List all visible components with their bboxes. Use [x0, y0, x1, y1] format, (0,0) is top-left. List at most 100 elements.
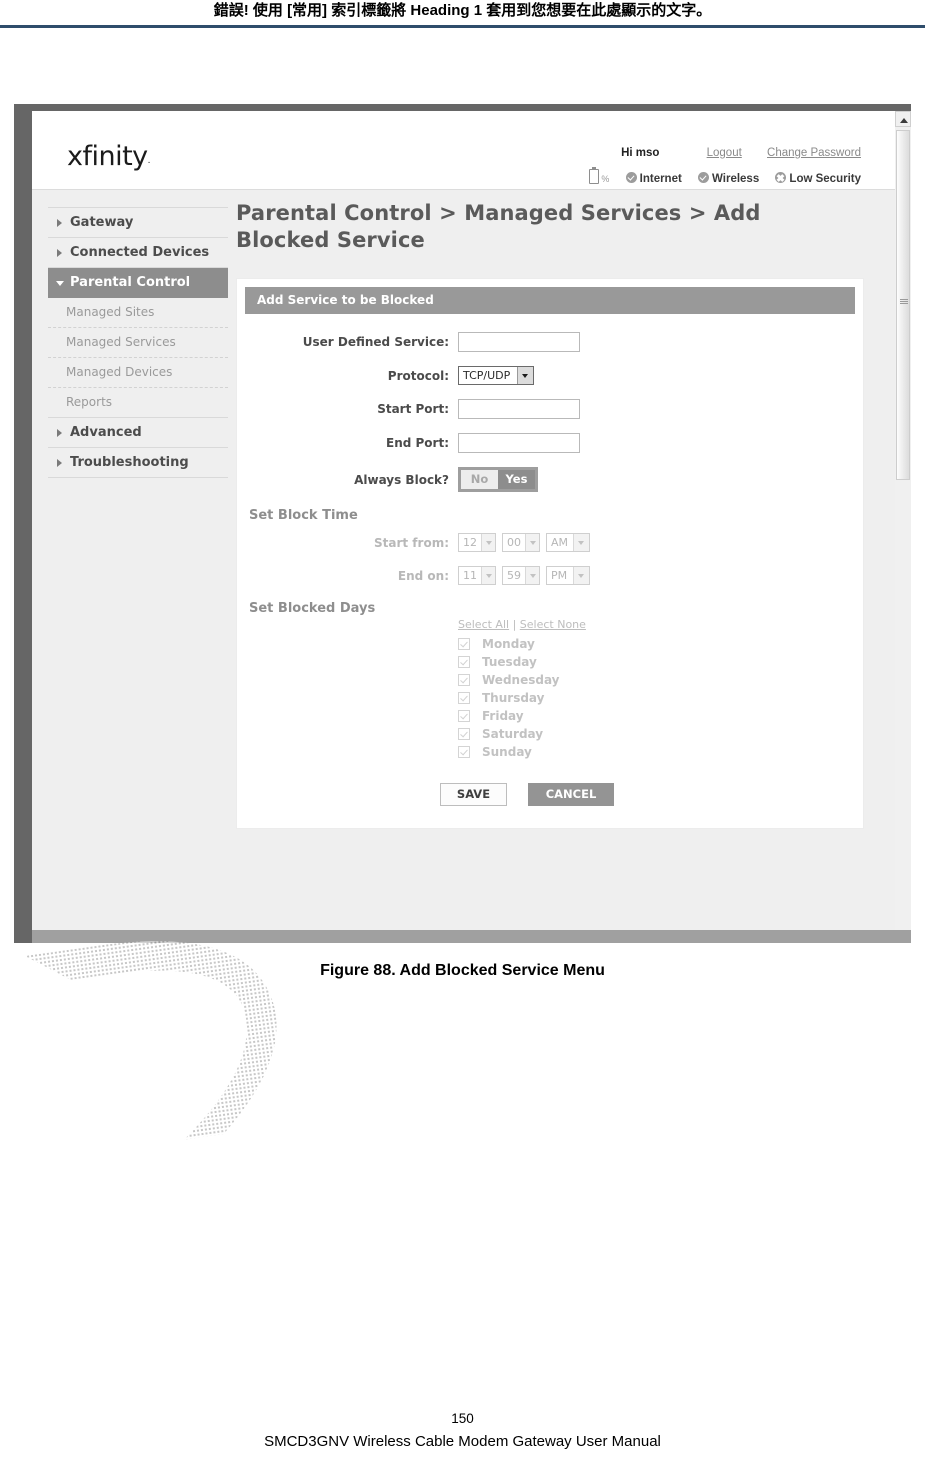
chevron-down-icon: [56, 281, 64, 286]
start-meridiem-value: AM: [551, 536, 569, 549]
checkbox-monday[interactable]: [458, 638, 470, 650]
footer-link-customer-central[interactable]: customerCentral: [417, 942, 517, 943]
start-port-input[interactable]: [458, 399, 580, 419]
change-password-link[interactable]: Change Password: [767, 147, 861, 159]
select-none-link[interactable]: Select None: [520, 618, 586, 631]
sidebar-item-label: Managed Services: [66, 335, 176, 349]
field-start-port: Start Port:: [237, 399, 863, 419]
day-row-thursday[interactable]: Thursday: [458, 691, 863, 705]
field-protocol: Protocol: TCP/UDP: [237, 366, 863, 385]
checkbox-thursday[interactable]: [458, 692, 470, 704]
day-row-tuesday[interactable]: Tuesday: [458, 655, 863, 669]
end-meridiem-select[interactable]: PM: [546, 566, 590, 585]
account-links-row: Hi mso Logout Change Password: [621, 147, 861, 159]
vertical-scrollbar[interactable]: [894, 111, 911, 943]
start-port-label: Start Port:: [377, 402, 449, 416]
day-row-sunday[interactable]: Sunday: [458, 745, 863, 759]
sidebar-item-managed-sites[interactable]: Managed Sites: [48, 298, 228, 328]
status-wireless-label: Wireless: [712, 173, 760, 185]
scrollbar-thumb[interactable]: [896, 130, 910, 480]
day-label: Wednesday: [482, 673, 560, 687]
status-security[interactable]: Low Security: [775, 172, 861, 185]
cancel-button[interactable]: CANCEL: [528, 783, 614, 806]
scroll-up-arrow-icon[interactable]: [895, 111, 911, 127]
sidebar-item-reports[interactable]: Reports: [48, 388, 228, 418]
chevron-right-icon: [57, 459, 62, 467]
sidebar-item-connected-devices[interactable]: Connected Devices: [48, 238, 228, 268]
end-hour-value: 11: [463, 569, 477, 582]
start-minute-select[interactable]: 00: [502, 533, 540, 552]
save-button[interactable]: SAVE: [440, 783, 507, 806]
battery-percent-label: %: [601, 174, 610, 184]
sidebar-item-label: Managed Devices: [66, 365, 173, 379]
footer-link-user-guide[interactable]: User Guide: [573, 942, 639, 943]
day-row-wednesday[interactable]: Wednesday: [458, 673, 863, 687]
checkbox-wednesday[interactable]: [458, 674, 470, 686]
field-user-defined-service: User Defined Service:: [237, 332, 863, 352]
always-block-option-yes[interactable]: Yes: [498, 470, 535, 489]
day-label: Monday: [482, 637, 535, 651]
protocol-select[interactable]: TCP/UDP: [458, 366, 534, 385]
sidebar-item-label: Reports: [66, 395, 113, 409]
site-masthead: xfinity. Hi mso Logout Change Password %…: [32, 111, 895, 190]
check-circle-icon: [625, 172, 637, 183]
always-block-label: Always Block?: [354, 472, 449, 487]
sidebar-item-label: Connected Devices: [70, 245, 210, 260]
field-end-port: End Port:: [237, 433, 863, 453]
sidebar-item-managed-services[interactable]: Managed Services: [48, 328, 228, 358]
start-hour-select[interactable]: 12: [458, 533, 496, 552]
chevron-down-icon: [481, 567, 495, 584]
checkbox-tuesday[interactable]: [458, 656, 470, 668]
browser-viewport: xfinity. Hi mso Logout Change Password %…: [32, 111, 911, 943]
sidebar-item-advanced[interactable]: Advanced: [48, 418, 228, 448]
end-minute-select[interactable]: 59: [502, 566, 540, 585]
day-row-monday[interactable]: Monday: [458, 637, 863, 651]
card-header: Add Service to be Blocked: [245, 287, 855, 314]
footer-link-xfinity[interactable]: XFINITY.com: [288, 942, 361, 943]
manual-title-footer: SMCD3GNV Wireless Cable Modem Gateway Us…: [264, 1433, 661, 1450]
always-block-toggle[interactable]: No Yes: [458, 467, 538, 492]
start-minute-value: 00: [507, 536, 521, 549]
protocol-label: Protocol:: [387, 368, 449, 383]
form-actions: SAVE CANCEL: [440, 783, 863, 806]
day-row-saturday[interactable]: Saturday: [458, 727, 863, 741]
checkbox-sunday[interactable]: [458, 746, 470, 758]
scrollbar-grip-icon: [900, 299, 908, 305]
set-block-time-title: Set Block Time: [249, 508, 358, 523]
chevron-right-icon: [57, 429, 62, 437]
logout-link[interactable]: Logout: [707, 147, 742, 159]
end-port-input[interactable]: [458, 433, 580, 453]
end-port-label: End Port:: [386, 436, 449, 450]
sidebar-item-label: Parental Control: [70, 275, 191, 290]
status-wireless[interactable]: Wireless: [698, 172, 759, 185]
sidebar-item-troubleshooting[interactable]: Troubleshooting: [48, 448, 228, 478]
checkbox-friday[interactable]: [458, 710, 470, 722]
figure-caption: Figure 88. Add Blocked Service Menu: [320, 962, 605, 979]
day-selection-links: Select All | Select None: [458, 618, 863, 631]
document-header-text: 錯誤! 使用 [常用] 索引標籤將 Heading 1 套用到您想要在此處顯示的…: [213, 2, 712, 19]
select-all-link[interactable]: Select All: [458, 618, 509, 631]
footer-links: XFINITY.com customerCentral User Guide: [32, 942, 895, 943]
checkbox-saturday[interactable]: [458, 728, 470, 740]
sidebar-item-parental-control[interactable]: Parental Control: [48, 268, 228, 298]
sidebar-item-managed-devices[interactable]: Managed Devices: [48, 358, 228, 388]
sidebar-item-gateway[interactable]: Gateway: [48, 208, 228, 238]
sidebar-item-label: Gateway: [70, 215, 134, 230]
end-meridiem-value: PM: [551, 569, 568, 582]
chevron-down-icon: [573, 567, 589, 584]
day-label: Thursday: [482, 691, 545, 705]
user-defined-service-input[interactable]: [458, 332, 580, 352]
end-hour-select[interactable]: 11: [458, 566, 496, 585]
end-minute-value: 59: [507, 569, 521, 582]
add-blocked-service-form: User Defined Service: Protocol: TCP/UDP: [237, 314, 863, 806]
always-block-option-no[interactable]: No: [461, 470, 498, 489]
greeting-label: Hi mso: [621, 147, 660, 159]
battery-status: %: [589, 167, 610, 185]
day-label: Sunday: [482, 745, 532, 759]
add-blocked-service-card: Add Service to be Blocked User Defined S…: [236, 278, 864, 829]
day-label: Friday: [482, 709, 524, 723]
status-internet[interactable]: Internet: [625, 172, 682, 185]
start-meridiem-select[interactable]: AM: [546, 533, 590, 552]
day-row-friday[interactable]: Friday: [458, 709, 863, 723]
shield-alert-icon: [775, 172, 787, 183]
